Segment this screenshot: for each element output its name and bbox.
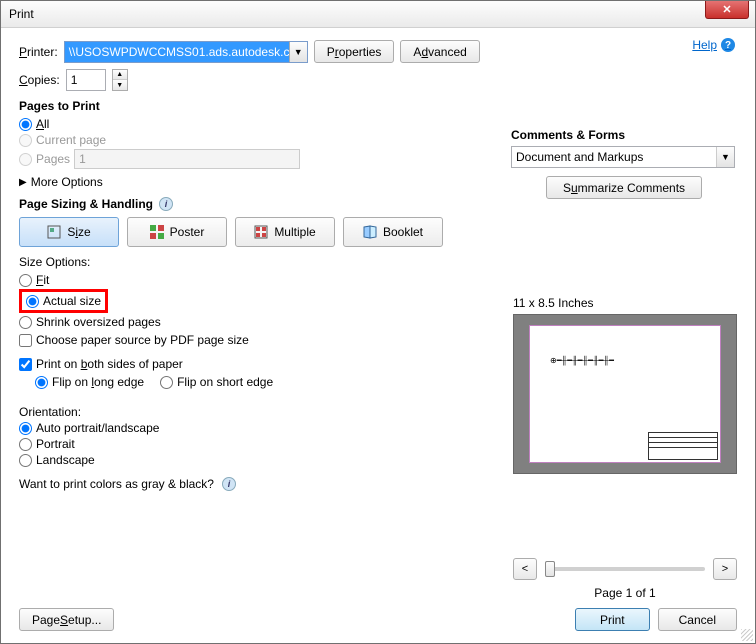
- more-options-toggle[interactable]: ▶ More Options: [19, 175, 499, 189]
- summarize-comments-button[interactable]: Summarize Comments: [546, 176, 702, 199]
- chevron-down-icon: ▼: [289, 42, 307, 62]
- resize-grip-icon[interactable]: [741, 629, 753, 641]
- radio-actual-label: Actual size: [43, 294, 101, 308]
- radio-landscape-label: Landscape: [36, 453, 95, 467]
- slider-thumb[interactable]: [545, 561, 555, 577]
- print-button[interactable]: Print: [575, 608, 650, 631]
- radio-shrink[interactable]: [19, 316, 32, 329]
- check-choose-source[interactable]: [19, 334, 32, 347]
- printer-select[interactable]: \\USOSWPDWCCMSS01.ads.autodesk.com ▼: [64, 41, 308, 63]
- radio-shrink-label: Shrink oversized pages: [36, 315, 161, 329]
- radio-all[interactable]: [19, 118, 32, 131]
- pages-input: [74, 149, 300, 169]
- radio-pages-label: Pages: [36, 152, 70, 166]
- zoom-slider[interactable]: [545, 567, 705, 571]
- close-button[interactable]: ✕: [705, 1, 749, 19]
- help-link[interactable]: Help ?: [692, 38, 735, 52]
- print-dialog: Print ✕ Help ? Printer: \\USOSWPDWCCMSS0…: [0, 0, 756, 644]
- tab-booklet[interactable]: Booklet: [343, 217, 443, 247]
- gray-label: Want to print colors as gray & black?: [19, 477, 214, 491]
- radio-current: [19, 134, 32, 147]
- size-icon: [47, 225, 61, 239]
- radio-fit[interactable]: [19, 274, 32, 287]
- pages-to-print-title: Pages to Print: [19, 99, 499, 113]
- more-options-label: More Options: [31, 175, 103, 189]
- copies-input[interactable]: [66, 69, 106, 91]
- check-both-sides-label: Print on both sides of paper: [36, 357, 183, 371]
- cancel-button[interactable]: Cancel: [658, 608, 737, 631]
- help-label: Help: [692, 38, 717, 52]
- tab-poster[interactable]: Poster: [127, 217, 227, 247]
- radio-auto-orient[interactable]: [19, 422, 32, 435]
- titlebar: Print ✕: [1, 1, 755, 28]
- radio-fit-label: Fit: [36, 273, 49, 287]
- multiple-icon: [254, 225, 268, 239]
- spinner-down-icon[interactable]: ▼: [113, 80, 127, 90]
- actual-size-highlight: Actual size: [19, 289, 108, 313]
- check-choose-source-label: Choose paper source by PDF page size: [36, 333, 249, 347]
- radio-portrait-label: Portrait: [36, 437, 75, 451]
- chevron-down-icon: ▼: [716, 147, 734, 167]
- printer-label: Printer:: [19, 45, 58, 59]
- preview-dimensions: 11 x 8.5 Inches: [513, 296, 737, 310]
- comments-forms-value: Document and Markups: [516, 150, 643, 164]
- comments-forms-select[interactable]: Document and Markups ▼: [511, 146, 735, 168]
- tab-size[interactable]: Size: [19, 217, 119, 247]
- close-icon: ✕: [722, 3, 731, 16]
- info-icon[interactable]: i: [159, 197, 173, 211]
- orientation-title: Orientation:: [19, 405, 499, 419]
- next-page-button[interactable]: >: [713, 558, 737, 580]
- booklet-icon: [363, 225, 377, 239]
- page-indicator: Page 1 of 1: [513, 586, 737, 600]
- size-options-label: Size Options:: [19, 255, 499, 269]
- prev-page-button[interactable]: <: [513, 558, 537, 580]
- triangle-right-icon: ▶: [19, 177, 27, 188]
- radio-flip-long-label: Flip on long edge: [52, 375, 144, 389]
- radio-actual-size[interactable]: [26, 295, 39, 308]
- check-both-sides[interactable]: [19, 358, 32, 371]
- poster-icon: [150, 225, 164, 239]
- tab-multiple[interactable]: Multiple: [235, 217, 335, 247]
- radio-landscape[interactable]: [19, 454, 32, 467]
- preview-box: ⊕━╫━╫━╫━╫━╫━: [513, 314, 737, 474]
- preview-title-block: [648, 432, 718, 460]
- radio-flip-short-label: Flip on short edge: [177, 375, 273, 389]
- comments-forms-title: Comments & Forms: [511, 128, 737, 142]
- spinner-up-icon[interactable]: ▲: [113, 70, 127, 80]
- preview-page: ⊕━╫━╫━╫━╫━╫━: [529, 325, 721, 463]
- radio-all-label: All: [36, 117, 49, 131]
- copies-spinner[interactable]: ▲ ▼: [112, 69, 128, 91]
- info-icon-gray[interactable]: i: [222, 477, 236, 491]
- page-setup-button[interactable]: Page Setup...: [19, 608, 114, 631]
- sizing-title: Page Sizing & Handling i: [19, 197, 499, 211]
- radio-current-label: Current page: [36, 133, 106, 147]
- radio-pages: [19, 153, 32, 166]
- properties-button[interactable]: Properties: [314, 40, 395, 63]
- radio-flip-long[interactable]: [35, 376, 48, 389]
- radio-flip-short[interactable]: [160, 376, 173, 389]
- window-title: Print: [9, 7, 34, 21]
- radio-auto-orient-label: Auto portrait/landscape: [36, 421, 159, 435]
- printer-value: \\USOSWPDWCCMSS01.ads.autodesk.com: [69, 45, 306, 59]
- radio-portrait[interactable]: [19, 438, 32, 451]
- preview-drawing-icon: ⊕━╫━╫━╫━╫━╫━: [550, 356, 614, 365]
- advanced-button[interactable]: Advanced: [400, 40, 479, 63]
- help-icon: ?: [721, 38, 735, 52]
- copies-label: Copies:: [19, 73, 60, 87]
